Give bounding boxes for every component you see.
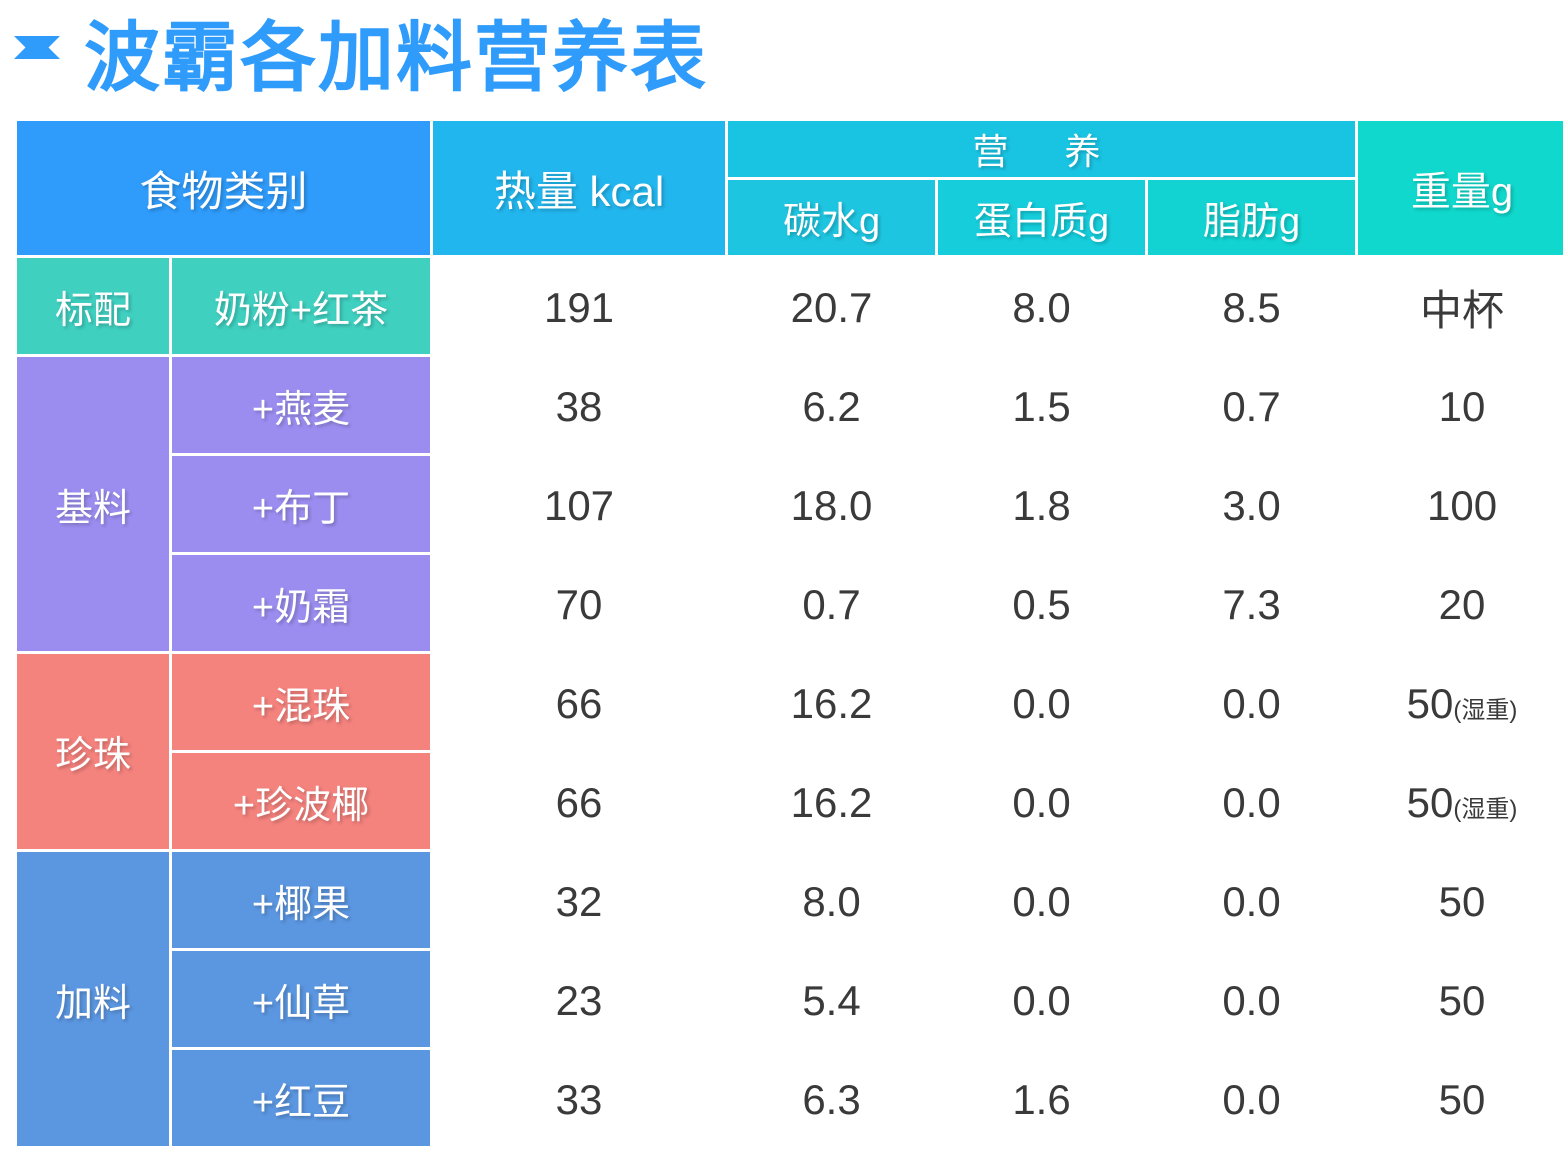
cell-protein: 1.8 — [938, 456, 1146, 552]
cell-protein: 0.5 — [938, 555, 1146, 651]
table-row: +仙草 23 5.4 0.0 0.0 50 — [17, 951, 1563, 1047]
item-label: +布丁 — [172, 456, 431, 552]
cell-weight: 50 — [1358, 852, 1563, 948]
cell-weight: 50 — [1358, 1050, 1563, 1146]
page-title-bar: 波霸各加料营养表 — [0, 0, 1563, 118]
cell-protein: 0.0 — [938, 951, 1146, 1047]
weight-value: 中杯 — [1420, 287, 1505, 334]
item-label: +珍波椰 — [172, 753, 431, 849]
header-protein: 蛋白质g — [938, 180, 1146, 255]
cell-weight: 中杯 — [1358, 258, 1563, 354]
item-label: +红豆 — [172, 1050, 431, 1146]
header-row-top: 食物类别 热量 kcal 营 养 重量g — [17, 121, 1563, 255]
cell-carbs: 0.7 — [728, 555, 936, 651]
table-row: +奶霜 70 0.7 0.5 7.3 20 — [17, 555, 1563, 651]
weight-value: 50 — [1406, 778, 1454, 826]
table-body: 标配 奶粉+红茶 191 20.7 8.0 8.5 中杯 基料 +燕麦 38 6.2 1.5 0.7 10… — [17, 258, 1563, 1146]
weight-value: 10 — [1438, 382, 1486, 430]
cell-fat: 0.0 — [1148, 753, 1356, 849]
header-weight: 重量g — [1358, 121, 1563, 255]
cell-fat: 0.7 — [1148, 357, 1356, 453]
cell-carbs: 5.4 — [728, 951, 936, 1047]
cell-calories: 66 — [433, 753, 726, 849]
cell-protein: 0.0 — [938, 753, 1146, 849]
weight-note: (湿重) — [1453, 795, 1518, 823]
item-label: +奶霜 — [172, 555, 431, 651]
cell-protein: 8.0 — [938, 258, 1146, 354]
cell-weight: 10 — [1358, 357, 1563, 453]
table-row: 基料 +燕麦 38 6.2 1.5 0.7 10 — [17, 357, 1563, 651]
table-row: 加料 +椰果 32 8.0 0.0 0.0 50 — [17, 852, 1563, 1146]
cell-fat: 0.0 — [1148, 654, 1356, 750]
group-label-2: 珍珠 — [17, 654, 169, 849]
cell-carbs: 16.2 — [728, 654, 936, 750]
cell-carbs: 20.7 — [728, 258, 936, 354]
group-label-0: 标配 — [17, 258, 169, 354]
cell-carbs: 8.0 — [728, 852, 936, 948]
cell-calories: 70 — [433, 555, 726, 651]
cell-protein: 0.0 — [938, 654, 1146, 750]
cell-calories: 107 — [433, 456, 726, 552]
weight-value: 100 — [1426, 481, 1498, 529]
nutrition-table: 食物类别 热量 kcal 营 养 重量g 碳水g 蛋白质g 脂肪g 标配 奶粉+红… — [14, 118, 1563, 1149]
cell-fat: 3.0 — [1148, 456, 1356, 552]
cell-calories: 32 — [433, 852, 726, 948]
cell-weight: 50(湿重) — [1358, 753, 1563, 849]
diamond-icon — [14, 36, 60, 82]
cell-fat: 0.0 — [1148, 852, 1356, 948]
cell-calories: 33 — [433, 1050, 726, 1146]
group-label-3: 加料 — [17, 852, 169, 1146]
cell-calories: 191 — [433, 258, 726, 354]
item-label: 奶粉+红茶 — [172, 258, 431, 354]
table-row: +珍波椰 66 16.2 0.0 0.0 50(湿重) — [17, 753, 1563, 849]
nutrition-table-wrapper: 食物类别 热量 kcal 营 养 重量g 碳水g 蛋白质g 脂肪g 标配 奶粉+红… — [0, 118, 1563, 1149]
header-fat: 脂肪g — [1148, 180, 1356, 255]
cell-fat: 0.0 — [1148, 951, 1356, 1047]
table-row: 标配 奶粉+红茶 191 20.7 8.0 8.5 中杯 — [17, 258, 1563, 354]
cell-weight: 100 — [1358, 456, 1563, 552]
table-row: 珍珠 +混珠 66 16.2 0.0 0.0 50(湿重) — [17, 654, 1563, 849]
cell-fat: 7.3 — [1148, 555, 1356, 651]
item-label: +仙草 — [172, 951, 431, 1047]
cell-fat: 8.5 — [1148, 258, 1356, 354]
item-label: +混珠 — [172, 654, 431, 750]
cell-carbs: 16.2 — [728, 753, 936, 849]
cell-fat: 0.0 — [1148, 1050, 1356, 1146]
item-label: +椰果 — [172, 852, 431, 948]
cell-protein: 1.6 — [938, 1050, 1146, 1146]
header-nutrition-group: 营 养 — [728, 121, 1356, 177]
item-label: +燕麦 — [172, 357, 431, 453]
weight-value: 50 — [1438, 877, 1486, 925]
table-row: +布丁 107 18.0 1.8 3.0 100 — [17, 456, 1563, 552]
cell-calories: 38 — [433, 357, 726, 453]
weight-value: 50 — [1438, 1075, 1486, 1123]
cell-protein: 0.0 — [938, 852, 1146, 948]
weight-note: (湿重) — [1453, 696, 1518, 724]
page-title: 波霸各加料营养表 — [84, 16, 708, 101]
cell-carbs: 6.2 — [728, 357, 936, 453]
header-category: 食物类别 — [17, 121, 431, 255]
weight-value: 50 — [1438, 976, 1486, 1024]
cell-weight: 50(湿重) — [1358, 654, 1563, 750]
cell-weight: 20 — [1358, 555, 1563, 651]
weight-value: 50 — [1406, 679, 1454, 727]
cell-calories: 66 — [433, 654, 726, 750]
header-calories: 热量 kcal — [433, 121, 726, 255]
cell-protein: 1.5 — [938, 357, 1146, 453]
cell-calories: 23 — [433, 951, 726, 1047]
group-label-1: 基料 — [17, 357, 169, 651]
table-header: 食物类别 热量 kcal 营 养 重量g 碳水g 蛋白质g 脂肪g — [17, 121, 1563, 255]
cell-weight: 50 — [1358, 951, 1563, 1047]
cell-carbs: 18.0 — [728, 456, 936, 552]
cell-carbs: 6.3 — [728, 1050, 936, 1146]
header-carbs: 碳水g — [728, 180, 936, 255]
weight-value: 20 — [1438, 580, 1486, 628]
table-row: +红豆 33 6.3 1.6 0.0 50 — [17, 1050, 1563, 1146]
